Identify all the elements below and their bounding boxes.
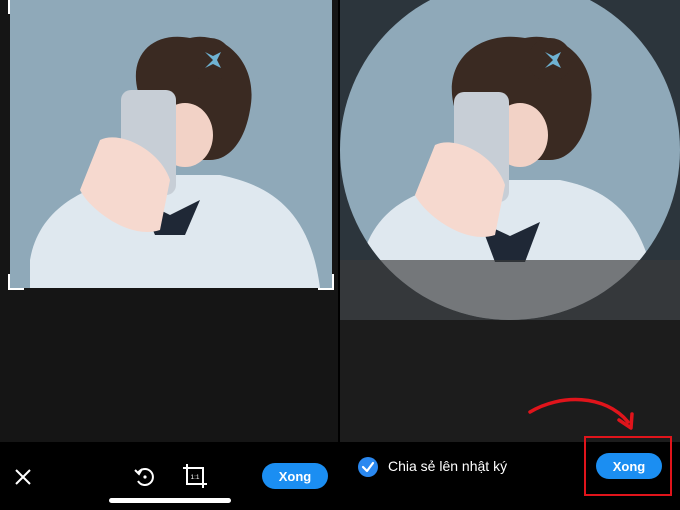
annotation-highlight-box xyxy=(584,436,672,496)
share-to-diary-checkbox[interactable] xyxy=(358,457,378,477)
crop-editor-panel: 1:1 Xong xyxy=(0,0,340,510)
share-to-diary-label: Chia sẻ lên nhật ký xyxy=(388,458,508,474)
crop-frame[interactable] xyxy=(10,0,332,288)
crop-ratio-label: 1:1 xyxy=(190,474,199,481)
avatar-preview-panel: Chia sẻ lên nhật ký Xong xyxy=(340,0,680,510)
crop-ratio-icon[interactable]: 1:1 xyxy=(181,462,209,490)
crop-corner-bottom-left[interactable] xyxy=(8,274,24,290)
close-icon[interactable] xyxy=(12,466,34,488)
home-indicator xyxy=(109,498,231,503)
rotate-icon[interactable] xyxy=(132,464,158,490)
avatar-circle-preview xyxy=(340,0,680,320)
done-button[interactable]: Xong xyxy=(262,463,328,489)
avatar-illustration xyxy=(10,0,332,288)
crop-corner-top-left[interactable] xyxy=(8,0,24,14)
avatar-preview-area xyxy=(340,0,680,320)
annotation-arrow-icon xyxy=(520,388,640,436)
crop-corner-bottom-right[interactable] xyxy=(318,274,334,290)
